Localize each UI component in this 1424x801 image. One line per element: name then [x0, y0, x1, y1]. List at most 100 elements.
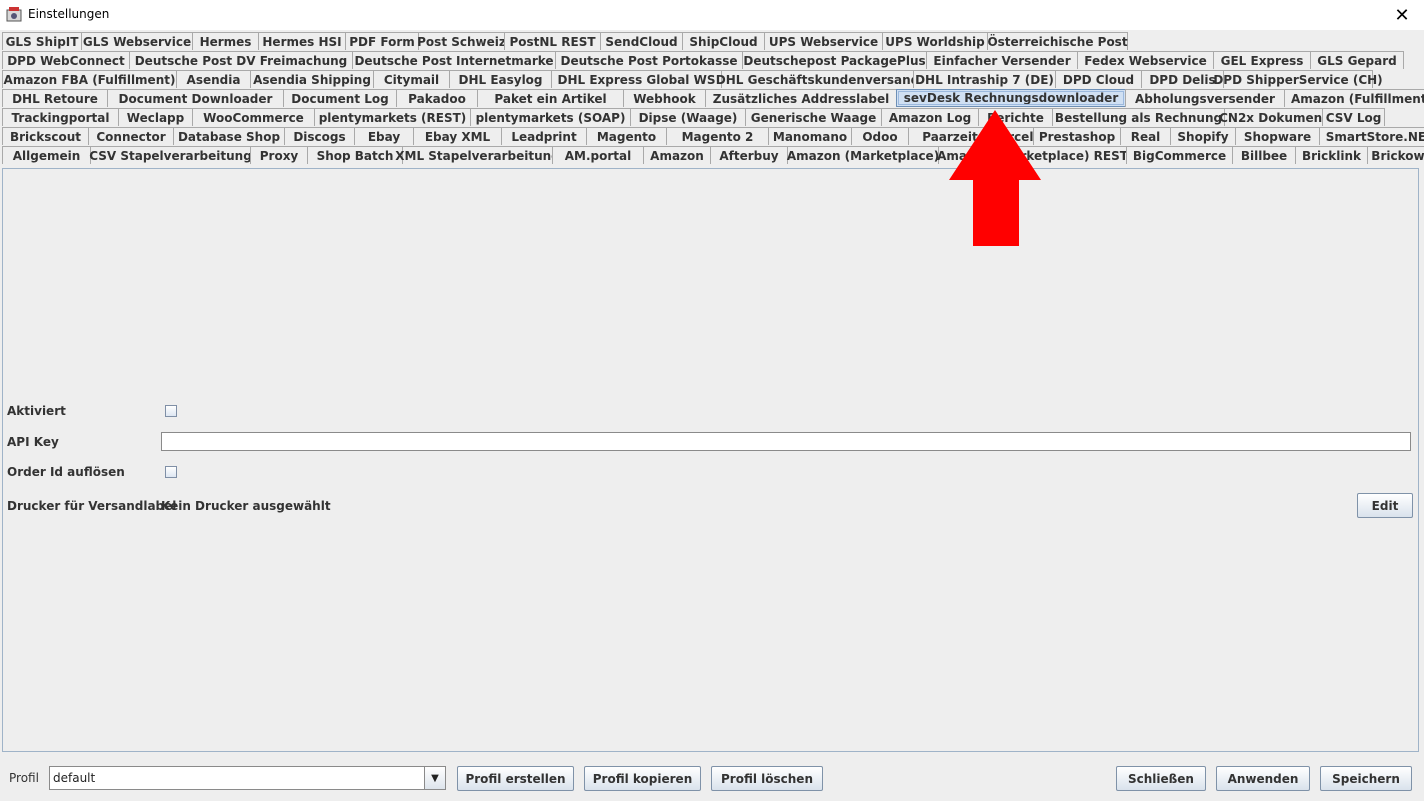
tab-cn2x-dokument[interactable]: CN2x Dokument [1219, 108, 1328, 126]
tab-webhook[interactable]: Webhook [623, 89, 706, 107]
tab-citymail[interactable]: Citymail [373, 70, 450, 88]
tab-einfacher-versender[interactable]: Einfacher Versender [926, 51, 1078, 69]
tab-paket-ein-artikel[interactable]: Paket ein Artikel [477, 89, 624, 107]
tab-odoo[interactable]: Odoo [851, 127, 909, 145]
tab-discogs[interactable]: Discogs [284, 127, 355, 145]
tab-abholungsversender[interactable]: Abholungsversender [1125, 89, 1285, 107]
tab-weclapp[interactable]: Weclapp [118, 108, 193, 126]
tab-pdf-form[interactable]: PDF Form [345, 32, 419, 50]
tab-shipcloud[interactable]: ShipCloud [682, 32, 765, 50]
aktiviert-checkbox[interactable] [165, 405, 177, 417]
tab-brickowl[interactable]: Brickowl [1367, 146, 1424, 164]
tab-ups-webservice[interactable]: UPS Webservice [764, 32, 883, 50]
tab-zusätzliches-addresslabel[interactable]: Zusätzliches Addresslabel [705, 89, 897, 107]
tab-woocommerce[interactable]: WooCommerce [192, 108, 315, 126]
tab-allgemein[interactable]: Allgemein [2, 146, 91, 164]
profile-dropdown[interactable]: default ▼ [49, 766, 446, 790]
tab-deutsche-post-portokasse[interactable]: Deutsche Post Portokasse [555, 51, 743, 69]
tab-dhl-intraship-7-de[interactable]: DHL Intraship 7 (DE) [913, 70, 1056, 88]
tab-dpd-webconnect[interactable]: DPD WebConnect [2, 51, 130, 69]
tab-amazon-fulfillment[interactable]: Amazon (Fulfillment) [1284, 89, 1424, 107]
tab-deutschepost-packageplus[interactable]: Deutschepost PackagePlus [742, 51, 927, 69]
edit-printer-button[interactable]: Edit [1357, 493, 1413, 518]
tab-connector[interactable]: Connector [88, 127, 174, 145]
tab-manomano[interactable]: Manomano [768, 127, 852, 145]
tab-postnl-rest[interactable]: PostNL REST [504, 32, 601, 50]
close-button[interactable]: Schließen [1116, 766, 1206, 791]
tab-generische-waage[interactable]: Generische Waage [745, 108, 882, 126]
tab-afterbuy[interactable]: Afterbuy [710, 146, 788, 164]
tab-brickscout[interactable]: Brickscout [2, 127, 89, 145]
tab-hermes[interactable]: Hermes [192, 32, 259, 50]
tab-gls-gepard[interactable]: GLS Gepard [1310, 51, 1404, 69]
tab-dipse-waage[interactable]: Dipse (Waage) [630, 108, 746, 126]
tab-xml-stapelverarbeitung[interactable]: XML Stapelverarbeitung [395, 146, 560, 164]
window-title: Einstellungen [28, 7, 110, 21]
tab-österreichische-post[interactable]: Österreichische Post [987, 32, 1128, 50]
close-window-icon[interactable]: ✕ [1380, 0, 1424, 30]
tab-document-log[interactable]: Document Log [283, 89, 397, 107]
tab-pakadoo[interactable]: Pakadoo [396, 89, 478, 107]
profile-label: Profil [9, 771, 39, 785]
copy-profile-button[interactable]: Profil kopieren [584, 766, 701, 791]
tab-bricklink[interactable]: Bricklink [1295, 146, 1368, 164]
tab-csv-stapelverarbeitung[interactable]: CSV Stapelverarbeitung [89, 146, 252, 164]
printer-value: Kein Drucker ausgewählt [161, 499, 331, 513]
tab-gls-webservice[interactable]: GLS Webservice [81, 32, 193, 50]
api-key-input[interactable] [161, 432, 1411, 451]
tab-ups-worldship[interactable]: UPS Worldship [882, 32, 988, 50]
tab-leadprint[interactable]: Leadprint [501, 127, 587, 145]
tab-amazon-marketplace[interactable]: Amazon (Marketplace) [787, 146, 939, 164]
tab-real[interactable]: Real [1120, 127, 1171, 145]
tab-gel-express[interactable]: GEL Express [1213, 51, 1311, 69]
tab-hermes-hsi[interactable]: Hermes HSI [258, 32, 346, 50]
tab-ebay-xml[interactable]: Ebay XML [413, 127, 502, 145]
tab-row: Amazon FBA (Fulfillment) Asendia Asendia S… [2, 70, 1383, 89]
order-id-checkbox[interactable] [165, 466, 177, 478]
tab-post-schweiz[interactable]: Post Schweiz [417, 32, 506, 50]
tab-bestellung-als-rechnung[interactable]: Bestellung als Rechnung [1052, 108, 1225, 126]
tab-row: GLS ShipIT GLS Webservice Hermes Hermes HSI… [2, 32, 1128, 51]
tab-magento-2[interactable]: Magento 2 [666, 127, 769, 145]
tab-sendcloud[interactable]: SendCloud [600, 32, 683, 50]
tab-asendia-shipping[interactable]: Asendia Shipping [250, 70, 374, 88]
tab-trackingportal[interactable]: Trackingportal [2, 108, 119, 126]
tab-shopware[interactable]: Shopware [1235, 127, 1320, 145]
tab-gls-shipit[interactable]: GLS ShipIT [2, 32, 82, 50]
red-arrow-icon [949, 110, 1041, 246]
tab-plentymarkets-soap[interactable]: plentymarkets (SOAP) [470, 108, 631, 126]
tab-dpd-delis[interactable]: DPD Delis [1141, 70, 1224, 88]
tab-amazon-fba-fulfillment[interactable]: Amazon FBA (Fulfillment) [2, 70, 177, 88]
tab-plentymarkets-rest[interactable]: plentymarkets (REST) [314, 108, 471, 126]
tab-shop-batch[interactable]: Shop Batch [307, 146, 403, 164]
tab-fedex-webservice[interactable]: Fedex Webservice [1077, 51, 1214, 69]
tab-dhl-retoure[interactable]: DHL Retoure [2, 89, 108, 107]
tab-am-portal[interactable]: AM.portal [552, 146, 644, 164]
delete-profile-button[interactable]: Profil löschen [711, 766, 823, 791]
chevron-down-icon[interactable]: ▼ [424, 767, 445, 789]
tab-dpd-shipperservice-ch[interactable]: DPD ShipperService (CH) [1213, 70, 1383, 88]
tab-database-shop[interactable]: Database Shop [173, 127, 285, 145]
tab-dhl-express-global-ws[interactable]: DHL Express Global WS [551, 70, 722, 88]
tab-bigcommerce[interactable]: BigCommerce [1126, 146, 1233, 164]
tab-prestashop[interactable]: Prestashop [1033, 127, 1121, 145]
tab-deutsche-post-dv-freimachung[interactable]: Deutsche Post DV Freimachung [129, 51, 353, 69]
tab-proxy[interactable]: Proxy [250, 146, 308, 164]
tab-billbee[interactable]: Billbee [1232, 146, 1296, 164]
tab-csv-log[interactable]: CSV Log [1322, 108, 1385, 126]
tab-shopify[interactable]: Shopify [1170, 127, 1236, 145]
tab-dhl-geschäftskundenversand[interactable]: DHL Geschäftskundenversand [716, 70, 919, 88]
save-button[interactable]: Speichern [1320, 766, 1412, 791]
tab-dpd-cloud[interactable]: DPD Cloud [1055, 70, 1142, 88]
apply-button[interactable]: Anwenden [1216, 766, 1310, 791]
tab-amazon[interactable]: Amazon [643, 146, 711, 164]
tab-sevdesk-rechnungsdownloader[interactable]: sevDesk Rechnungsdownloader [896, 89, 1126, 107]
tab-magento[interactable]: Magento [586, 127, 667, 145]
tab-smartstore-net[interactable]: SmartStore.NET [1319, 127, 1424, 145]
tab-dhl-easylog[interactable]: DHL Easylog [449, 70, 552, 88]
create-profile-button[interactable]: Profil erstellen [457, 766, 574, 791]
tab-deutsche-post-internetmarke[interactable]: Deutsche Post Internetmarke [352, 51, 556, 69]
tab-asendia[interactable]: Asendia [176, 70, 251, 88]
tab-ebay[interactable]: Ebay [354, 127, 414, 145]
tab-document-downloader[interactable]: Document Downloader [107, 89, 284, 107]
